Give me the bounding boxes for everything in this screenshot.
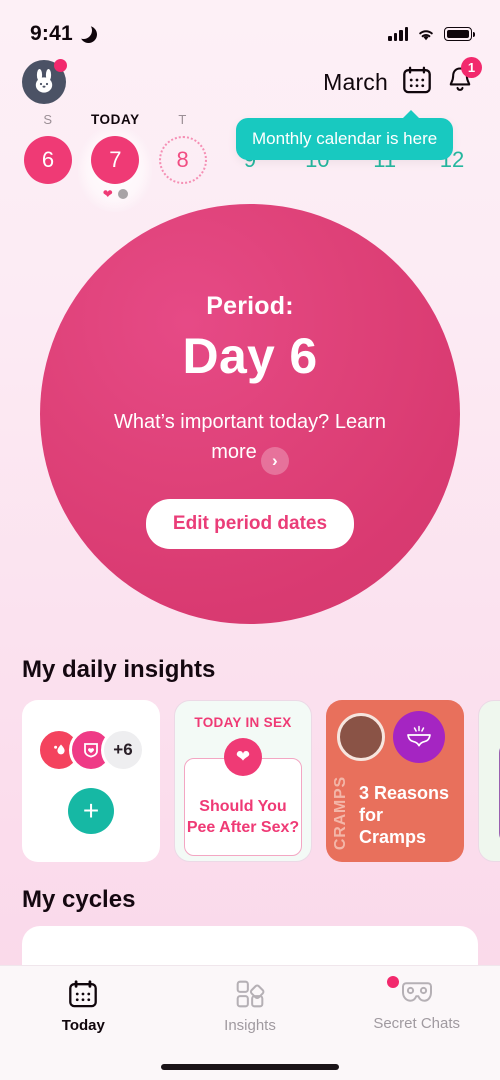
day-item-8[interactable]: T 8: [155, 112, 211, 184]
heart-mark-icon: ❤: [102, 187, 113, 201]
cramps-headline: 3 Reasons for Cramps: [359, 783, 450, 847]
day-item-7-today[interactable]: TODAY 7 ❤: [78, 112, 153, 212]
more-symptoms-count: +6: [101, 728, 145, 772]
day-number: 7: [91, 136, 140, 184]
tab-label-today: Today: [61, 1017, 105, 1034]
daily-insights-title: My daily insights: [22, 656, 216, 683]
status-bar-right: [388, 27, 475, 42]
home-indicator: [161, 1064, 339, 1070]
avatar[interactable]: [22, 59, 67, 104]
symptom-icons: +6: [37, 728, 145, 772]
day-label: TODAY: [90, 112, 140, 127]
app-header: March 1: [0, 54, 500, 110]
period-hero: Period: Day 6 What’s important today? Le…: [0, 202, 500, 642]
wifi-icon: [419, 29, 433, 40]
learn-more-label: What’s important today? Learn more: [113, 411, 386, 463]
period-eyebrow: Period:: [206, 292, 294, 320]
avatar-notification-dot: [54, 59, 67, 72]
my-cycles-title: My cycles: [22, 886, 136, 913]
signal-bars-icon: [388, 27, 408, 41]
status-bar: 9:41: [0, 0, 500, 54]
card-today-in-sex[interactable]: TODAY IN SEX ❤ Should You Pee After Sex?: [174, 700, 312, 862]
add-symptom-button[interactable]: +: [68, 788, 114, 834]
card-cramps[interactable]: CRAMPS 3 Reasons for Cramps: [326, 700, 464, 862]
day-label: T: [178, 112, 187, 127]
day-number: 8: [158, 136, 207, 184]
heart-icon: ❤: [224, 738, 262, 776]
card-next-partial[interactable]: [478, 700, 500, 862]
insight-cards[interactable]: +6 + TODAY IN SEX ❤ Should You Pee After…: [0, 684, 500, 872]
status-bar-left: 9:41: [30, 21, 97, 46]
avatar-photo-icon: [337, 713, 385, 761]
day-label: S: [43, 112, 53, 127]
day-item-6[interactable]: S 6: [20, 112, 76, 184]
moon-icon: [74, 21, 97, 43]
bell-badge: 1: [461, 57, 482, 78]
bell-icon[interactable]: 1: [446, 57, 482, 99]
tab-label-secret-chats: Secret Chats: [373, 1015, 461, 1032]
app-header-actions: March 1: [323, 57, 482, 100]
day-marks: ❤: [87, 187, 143, 201]
calendar-icon: [69, 980, 98, 1008]
tab-insights[interactable]: Insights: [167, 979, 334, 1034]
card-symptoms[interactable]: +6 +: [22, 700, 160, 862]
grid-icon: [236, 980, 265, 1008]
battery-icon: [444, 27, 475, 41]
secret-chats-badge: [387, 976, 400, 988]
dot-mark-icon: [117, 189, 128, 199]
sex-card-kicker: TODAY IN SEX: [194, 715, 292, 730]
day-strip: S 6 TODAY 7 ❤ T 8 9 10 11: [0, 110, 500, 212]
mask-icon: [401, 982, 432, 1002]
cramps-icons: [337, 711, 453, 763]
chevron-right-icon[interactable]: ›: [260, 447, 289, 475]
period-day: Day 6: [182, 328, 318, 384]
status-time: 9:41: [30, 22, 73, 45]
learn-more-text[interactable]: What’s important today? Learn more ›: [100, 407, 400, 475]
edit-period-dates-button[interactable]: Edit period dates: [145, 499, 355, 549]
bottom-tab-bar: Today Insights Secret Chats: [0, 965, 500, 1080]
day-number: 6: [24, 136, 72, 184]
month-label: March: [323, 68, 388, 95]
calendar-icon[interactable]: [402, 65, 432, 100]
underwear-icon: [393, 711, 445, 763]
cramps-vertical-label: CRAMPS: [332, 775, 349, 850]
monthly-calendar-tooltip[interactable]: Monthly calendar is here: [236, 110, 454, 160]
tab-label-insights: Insights: [224, 1017, 276, 1034]
period-circle[interactable]: Period: Day 6 What’s important today? Le…: [40, 204, 460, 624]
tab-today[interactable]: Today: [0, 979, 167, 1034]
tab-secret-chats[interactable]: Secret Chats: [333, 976, 500, 1032]
